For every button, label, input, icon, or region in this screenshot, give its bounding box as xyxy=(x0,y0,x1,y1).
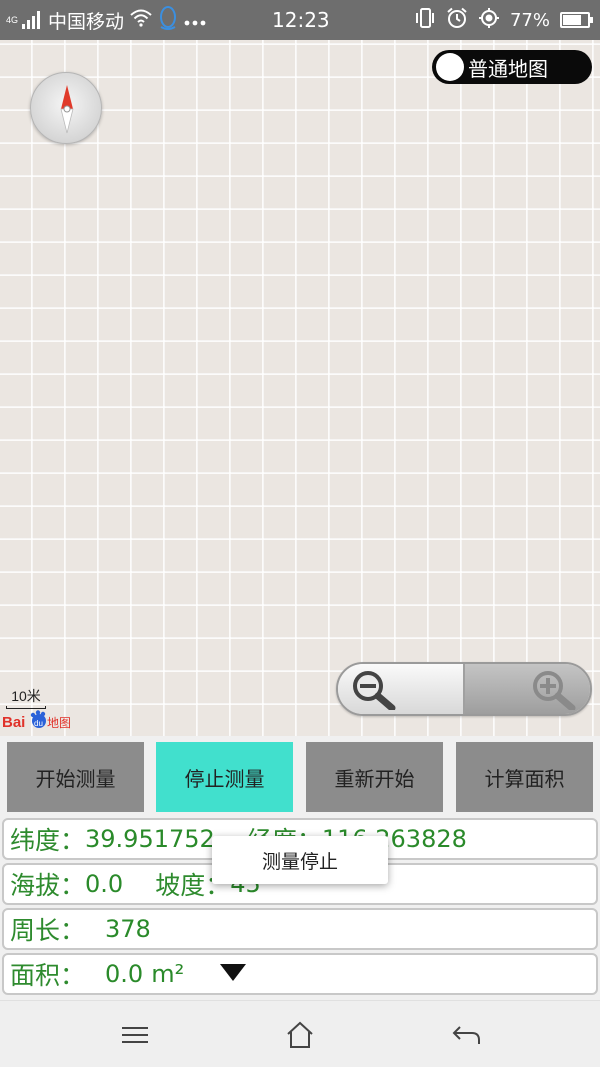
carrier-name: 中国移动 xyxy=(48,10,125,33)
scale-bar xyxy=(6,706,46,709)
area-row: 面积： 0.0 m² xyxy=(2,953,598,995)
clock: 12:23 xyxy=(272,8,330,32)
perimeter-label: 周长： xyxy=(10,916,86,945)
restart-button[interactable]: 重新开始 xyxy=(306,742,443,812)
status-bar: 4G 中国移动 12:23 77% xyxy=(0,0,600,40)
stop-measure-button[interactable]: 停止测量 xyxy=(156,742,293,812)
lat-value: 39.951752 xyxy=(85,825,215,853)
location-icon xyxy=(478,7,500,34)
area-label: 面积： xyxy=(10,961,86,990)
perimeter-row: 周长： 378 xyxy=(2,908,598,950)
compass-icon[interactable] xyxy=(30,72,102,144)
zoom-out-icon xyxy=(353,671,396,710)
area-unit: m² xyxy=(151,960,185,988)
map-scale: 10米 xyxy=(6,686,46,709)
status-left: 4G 中国移动 xyxy=(6,6,206,34)
home-icon[interactable] xyxy=(280,1019,320,1051)
svg-text:Bai: Bai xyxy=(2,714,25,731)
alarm-icon xyxy=(446,7,468,34)
system-nav-bar xyxy=(0,1000,600,1067)
perimeter-value: 378 xyxy=(105,915,151,943)
map-type-toggle[interactable]: 普通地图 xyxy=(432,50,592,84)
zoom-in-button[interactable] xyxy=(465,664,590,714)
battery-icon xyxy=(560,12,593,28)
svg-text:du: du xyxy=(34,719,43,728)
calc-area-button[interactable]: 计算面积 xyxy=(456,742,593,812)
alt-label: 海拔： xyxy=(10,871,86,900)
toast-message: 测量停止 xyxy=(212,836,388,884)
menu-icon[interactable] xyxy=(115,1019,155,1051)
battery-percent: 77% xyxy=(509,9,550,31)
area-value: 0.0 xyxy=(105,960,144,988)
alt-value: 0.0 xyxy=(85,870,124,898)
more-icon xyxy=(184,11,206,30)
svg-text:地图: 地图 xyxy=(47,716,71,730)
zoom-control xyxy=(336,662,592,716)
action-buttons: 开始测量 停止测量 重新开始 计算面积 xyxy=(0,738,600,816)
scale-label: 10米 xyxy=(11,688,41,704)
toggle-knob xyxy=(436,53,464,81)
qq-icon xyxy=(158,5,178,35)
zoom-out-button[interactable] xyxy=(338,664,465,714)
signal-icon xyxy=(22,11,42,29)
wifi-icon xyxy=(130,9,152,31)
map-view[interactable]: 普通地图 10米 Bai du 地图 xyxy=(0,40,600,736)
dropdown-arrow-icon[interactable] xyxy=(220,960,247,988)
zoom-in-icon xyxy=(533,671,576,710)
status-right: 77% xyxy=(414,7,593,34)
back-icon[interactable] xyxy=(446,1019,486,1051)
map-type-label: 普通地图 xyxy=(468,56,548,81)
lat-label: 纬度： xyxy=(10,826,86,855)
vibrate-icon xyxy=(414,7,436,34)
baidu-map-logo: Bai du 地图 xyxy=(2,710,82,732)
start-measure-button[interactable]: 开始测量 xyxy=(7,742,144,812)
network-type: 4G xyxy=(6,14,19,25)
